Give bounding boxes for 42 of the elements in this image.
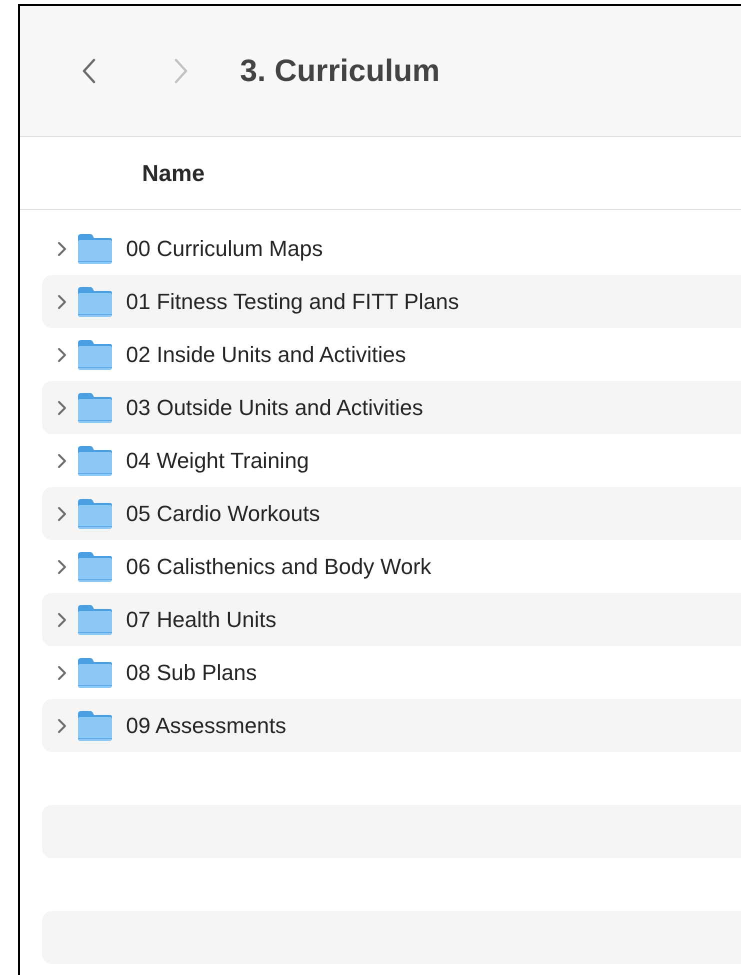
folder-name: 00 Curriculum Maps xyxy=(126,236,323,262)
folder-row[interactable]: 07 Health Units xyxy=(42,593,741,646)
disclosure-chevron-icon[interactable] xyxy=(56,506,68,522)
folder-row[interactable]: 05 Cardio Workouts xyxy=(42,487,741,540)
folder-name: 01 Fitness Testing and FITT Plans xyxy=(126,288,460,314)
folder-name: 03 Outside Units and Activities xyxy=(126,394,424,420)
folder-row[interactable]: 09 Assessments xyxy=(42,699,741,752)
disclosure-chevron-icon[interactable] xyxy=(56,664,68,680)
disclosure-chevron-icon[interactable] xyxy=(56,346,68,362)
folder-icon xyxy=(76,392,114,424)
folder-name: 07 Health Units xyxy=(126,606,276,632)
disclosure-chevron-icon[interactable] xyxy=(56,718,68,734)
folder-icon xyxy=(76,656,114,688)
disclosure-chevron-icon[interactable] xyxy=(56,612,68,628)
folder-icon xyxy=(76,232,114,264)
disclosure-chevron-icon[interactable] xyxy=(56,240,68,256)
folder-name: 05 Cardio Workouts xyxy=(126,500,320,526)
window-title: 3. Curriculum xyxy=(240,53,440,89)
folder-row[interactable]: 04 Weight Training xyxy=(42,434,741,487)
folder-icon xyxy=(76,550,114,582)
folder-row[interactable]: 08 Sub Plans xyxy=(42,646,741,699)
folder-icon xyxy=(76,338,114,370)
disclosure-chevron-icon[interactable] xyxy=(56,294,68,310)
disclosure-chevron-icon[interactable] xyxy=(56,400,68,416)
folder-name: 08 Sub Plans xyxy=(126,660,257,686)
folder-name: 09 Assessments xyxy=(126,712,286,738)
folder-name: 04 Weight Training xyxy=(126,448,310,474)
folder-icon xyxy=(76,604,114,636)
column-header[interactable]: Name xyxy=(142,160,205,186)
folder-row[interactable]: 01 Fitness Testing and FITT Plans xyxy=(42,275,741,328)
folder-row[interactable]: 02 Inside Units and Activities xyxy=(42,328,741,381)
folder-row[interactable]: 06 Calisthenics and Body Work xyxy=(42,540,741,593)
folder-name: 06 Calisthenics and Body Work xyxy=(126,554,432,580)
folder-icon xyxy=(76,498,114,530)
folder-row[interactable]: 00 Curriculum Maps xyxy=(42,222,741,275)
folder-icon xyxy=(76,444,114,476)
disclosure-chevron-icon[interactable] xyxy=(56,452,68,468)
disclosure-chevron-icon[interactable] xyxy=(56,558,68,574)
folder-icon xyxy=(76,286,114,318)
folder-row[interactable]: 03 Outside Units and Activities xyxy=(42,381,741,434)
folder-icon xyxy=(76,710,114,742)
folder-name: 02 Inside Units and Activities xyxy=(126,342,406,368)
